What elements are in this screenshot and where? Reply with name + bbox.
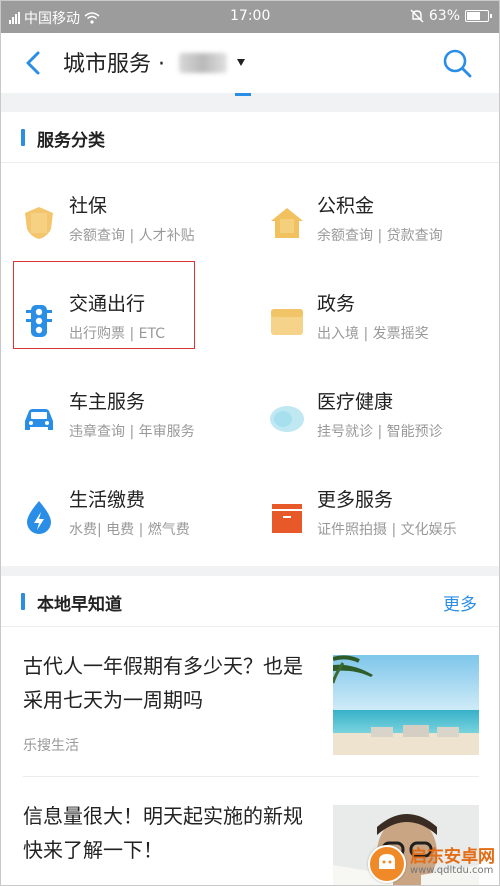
house-icon (271, 208, 303, 238)
section-title: 服务分类 (37, 131, 105, 151)
service-item-more[interactable]: 更多服务 证件照拍摄 | 文化娱乐 (269, 481, 499, 561)
service-subtitle: 余额查询 | 人才补贴 (69, 228, 195, 244)
news-thumbnail-beach-image (333, 655, 479, 755)
mute-bell-icon (410, 9, 424, 23)
clock: 17:00 (230, 8, 271, 24)
shield-icon (25, 207, 53, 239)
service-subtitle: 水费| 电费 | 燃气费 (69, 522, 190, 538)
news-item[interactable]: 古代人一年假期有多少天？也是采用七天为一周期吗 乐搜生活 (23, 627, 479, 767)
service-subtitle: 挂号就诊 | 智能预诊 (317, 424, 443, 440)
city-name-blurred[interactable] (179, 53, 227, 73)
service-name: 生活缴费 (69, 489, 146, 511)
watermark-logo-icon (368, 845, 406, 883)
section-header: 本地早知道 更多 (1, 576, 499, 627)
service-name: 公积金 (317, 195, 375, 217)
watermark-name: 启东安卓网 (410, 847, 495, 867)
news-headline: 古代人一年假期有多少天？也是采用七天为一周期吗 (23, 654, 303, 712)
service-item-government[interactable]: 政务 出入境 | 发票摇奖 (269, 285, 499, 365)
carrier-group: 中国移动 (9, 8, 100, 28)
service-item-car-owner[interactable]: 车主服务 违章查询 | 年审服务 (21, 383, 251, 463)
car-icon (25, 409, 53, 430)
government-icon (271, 309, 303, 335)
site-watermark: 启东安卓网 www.qdltdu.com (368, 845, 495, 883)
carrier-label: 中国移动 (24, 11, 80, 27)
search-icon[interactable] (441, 47, 473, 79)
more-link[interactable]: 更多 (443, 590, 477, 615)
city-dropdown-caret-icon[interactable] (237, 59, 245, 66)
section-header: 服务分类 (1, 112, 499, 163)
title-bar: 城市服务 · (1, 33, 499, 93)
section-accent-bar (21, 593, 25, 610)
phone-screen: 中国移动 17:00 63% 城市服务 · 服务分类 社保 余额查询 | 人才补… (0, 0, 500, 886)
box-icon (272, 504, 302, 533)
service-name: 医疗健康 (317, 391, 394, 413)
service-subtitle: 出行购票 | ETC (69, 326, 165, 342)
watermark-url: www.qdltdu.com (410, 865, 494, 876)
page-title: 城市服务 · (63, 52, 165, 77)
tab-indicator (235, 93, 251, 96)
news-source: 乐搜生活 (23, 738, 79, 754)
section-accent-bar (21, 129, 25, 146)
battery-percent: 63% (428, 8, 460, 24)
service-item-medical[interactable]: 医疗健康 挂号就诊 | 智能预诊 (269, 383, 499, 463)
service-item-social-security[interactable]: 社保 余额查询 | 人才补贴 (21, 187, 251, 267)
battery-icon (465, 10, 492, 22)
status-right: 63% (410, 8, 492, 24)
service-item-utilities[interactable]: 生活缴费 水费| 电费 | 燃气费 (21, 481, 251, 561)
watermark-text: 启东安卓网 www.qdltdu.com (410, 847, 495, 878)
section-title: 本地早知道 (37, 595, 122, 615)
water-drop-bolt-icon (27, 501, 51, 534)
service-subtitle: 违章查询 | 年审服务 (69, 424, 195, 440)
service-item-housing-fund[interactable]: 公积金 余额查询 | 贷款查询 (269, 187, 499, 267)
back-arrow-icon[interactable] (19, 47, 49, 79)
traffic-light-icon (26, 305, 52, 337)
news-headline: 信息量很大！明天起实施的新规快来了解一下！ (23, 804, 303, 862)
wifi-icon (84, 12, 100, 24)
status-bar: 中国移动 17:00 63% (1, 1, 499, 33)
service-name: 政务 (317, 293, 356, 315)
service-subtitle: 余额查询 | 贷款查询 (317, 228, 443, 244)
service-name: 社保 (69, 195, 108, 217)
signal-icon (9, 12, 20, 24)
service-name: 车主服务 (69, 391, 146, 413)
service-name: 更多服务 (317, 489, 394, 511)
service-item-transport[interactable]: 交通出行 出行购票 | ETC (21, 285, 251, 365)
battery-fill (467, 12, 480, 20)
service-name: 交通出行 (69, 293, 146, 315)
service-subtitle: 出入境 | 发票摇奖 (317, 326, 429, 342)
medical-icon (270, 406, 304, 432)
service-subtitle: 证件照拍摄 | 文化娱乐 (317, 522, 457, 538)
